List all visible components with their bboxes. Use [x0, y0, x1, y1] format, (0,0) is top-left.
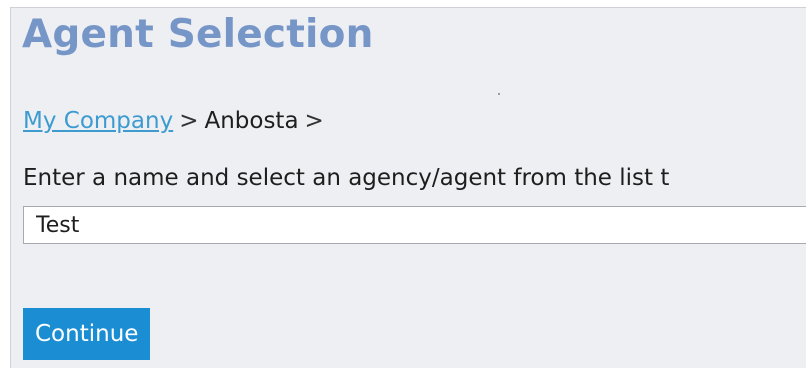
continue-button[interactable]: Continue — [23, 308, 151, 360]
breadcrumb-link-my-company[interactable]: My Company — [23, 108, 173, 134]
agent-name-input[interactable] — [23, 206, 806, 244]
agent-selection-panel: Agent Selection My Company > Anbosta > Ente… — [10, 7, 806, 368]
breadcrumb-trailing-separator: > — [304, 108, 324, 134]
breadcrumb: My Company > Anbosta > — [23, 108, 330, 134]
instruction-main: Enter a name and select an agency/agent … — [23, 165, 654, 191]
breadcrumb-separator: > — [179, 108, 199, 134]
instruction-text: Enter a name and select an agency/agent … — [23, 165, 669, 191]
stray-dot — [498, 93, 500, 95]
instruction-overflow: t — [653, 165, 670, 191]
page-title: Agent Selection — [22, 12, 374, 57]
breadcrumb-current: Anbosta — [204, 108, 299, 134]
